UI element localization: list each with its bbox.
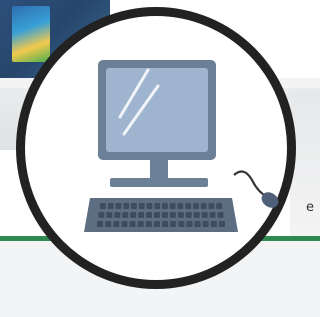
keyboard-key (202, 221, 209, 227)
keyboard-key (162, 203, 168, 209)
monitor-base (110, 178, 208, 187)
keyboard-key (217, 212, 224, 218)
keyboard-key (121, 221, 128, 227)
keyboard-key (129, 221, 136, 227)
keyboard-key (130, 212, 137, 218)
mouse-cable (233, 170, 267, 197)
keyboard-key (107, 203, 114, 209)
keyboard-key (138, 212, 145, 218)
keyboard-key (185, 203, 192, 209)
keyboard-key (209, 212, 216, 218)
keyboard-key (122, 212, 129, 218)
keyboard-key (97, 221, 104, 227)
keyboard-key (208, 203, 215, 209)
keyboard-key (138, 203, 145, 209)
keyboard-key (146, 212, 152, 218)
keyboard-key (153, 221, 160, 227)
keyboard-key (216, 203, 223, 209)
keyboard-key (162, 212, 168, 218)
keyboard-key (105, 221, 112, 227)
keyboard-key (98, 212, 105, 218)
keyboard-key (154, 212, 160, 218)
keyboard-key (177, 203, 184, 209)
keyboard-key (131, 203, 137, 209)
keyboard-key (106, 212, 113, 218)
keyboard-key (169, 203, 176, 209)
keyboard-key (123, 203, 130, 209)
keyboard-key (170, 221, 177, 227)
keyboard-key (115, 203, 122, 209)
keyboard-key (100, 203, 106, 209)
keyboard-key (178, 221, 185, 227)
keyboard-key (113, 221, 120, 227)
keyboard-key (137, 221, 144, 227)
keyboard-key (146, 203, 153, 209)
monitor-screen (106, 68, 208, 152)
keyboard-key (177, 212, 184, 218)
keyboard-key (145, 221, 152, 227)
desktop-computer-icon (84, 60, 279, 232)
keyboard-key (186, 221, 193, 227)
keyboard-key (185, 212, 192, 218)
keyboard-key (210, 221, 217, 227)
keyboard-key (193, 203, 199, 209)
keyboard-key (169, 212, 176, 218)
keyboard-key (218, 221, 225, 227)
keyboard-key (154, 203, 161, 209)
keyboard-key (193, 212, 200, 218)
keyboard-key (114, 212, 121, 218)
keyboard-key (162, 221, 169, 227)
monitor-neck (150, 160, 168, 180)
keyboard-key (201, 212, 208, 218)
keyboard-key (200, 203, 207, 209)
keyboard-key (194, 221, 201, 227)
